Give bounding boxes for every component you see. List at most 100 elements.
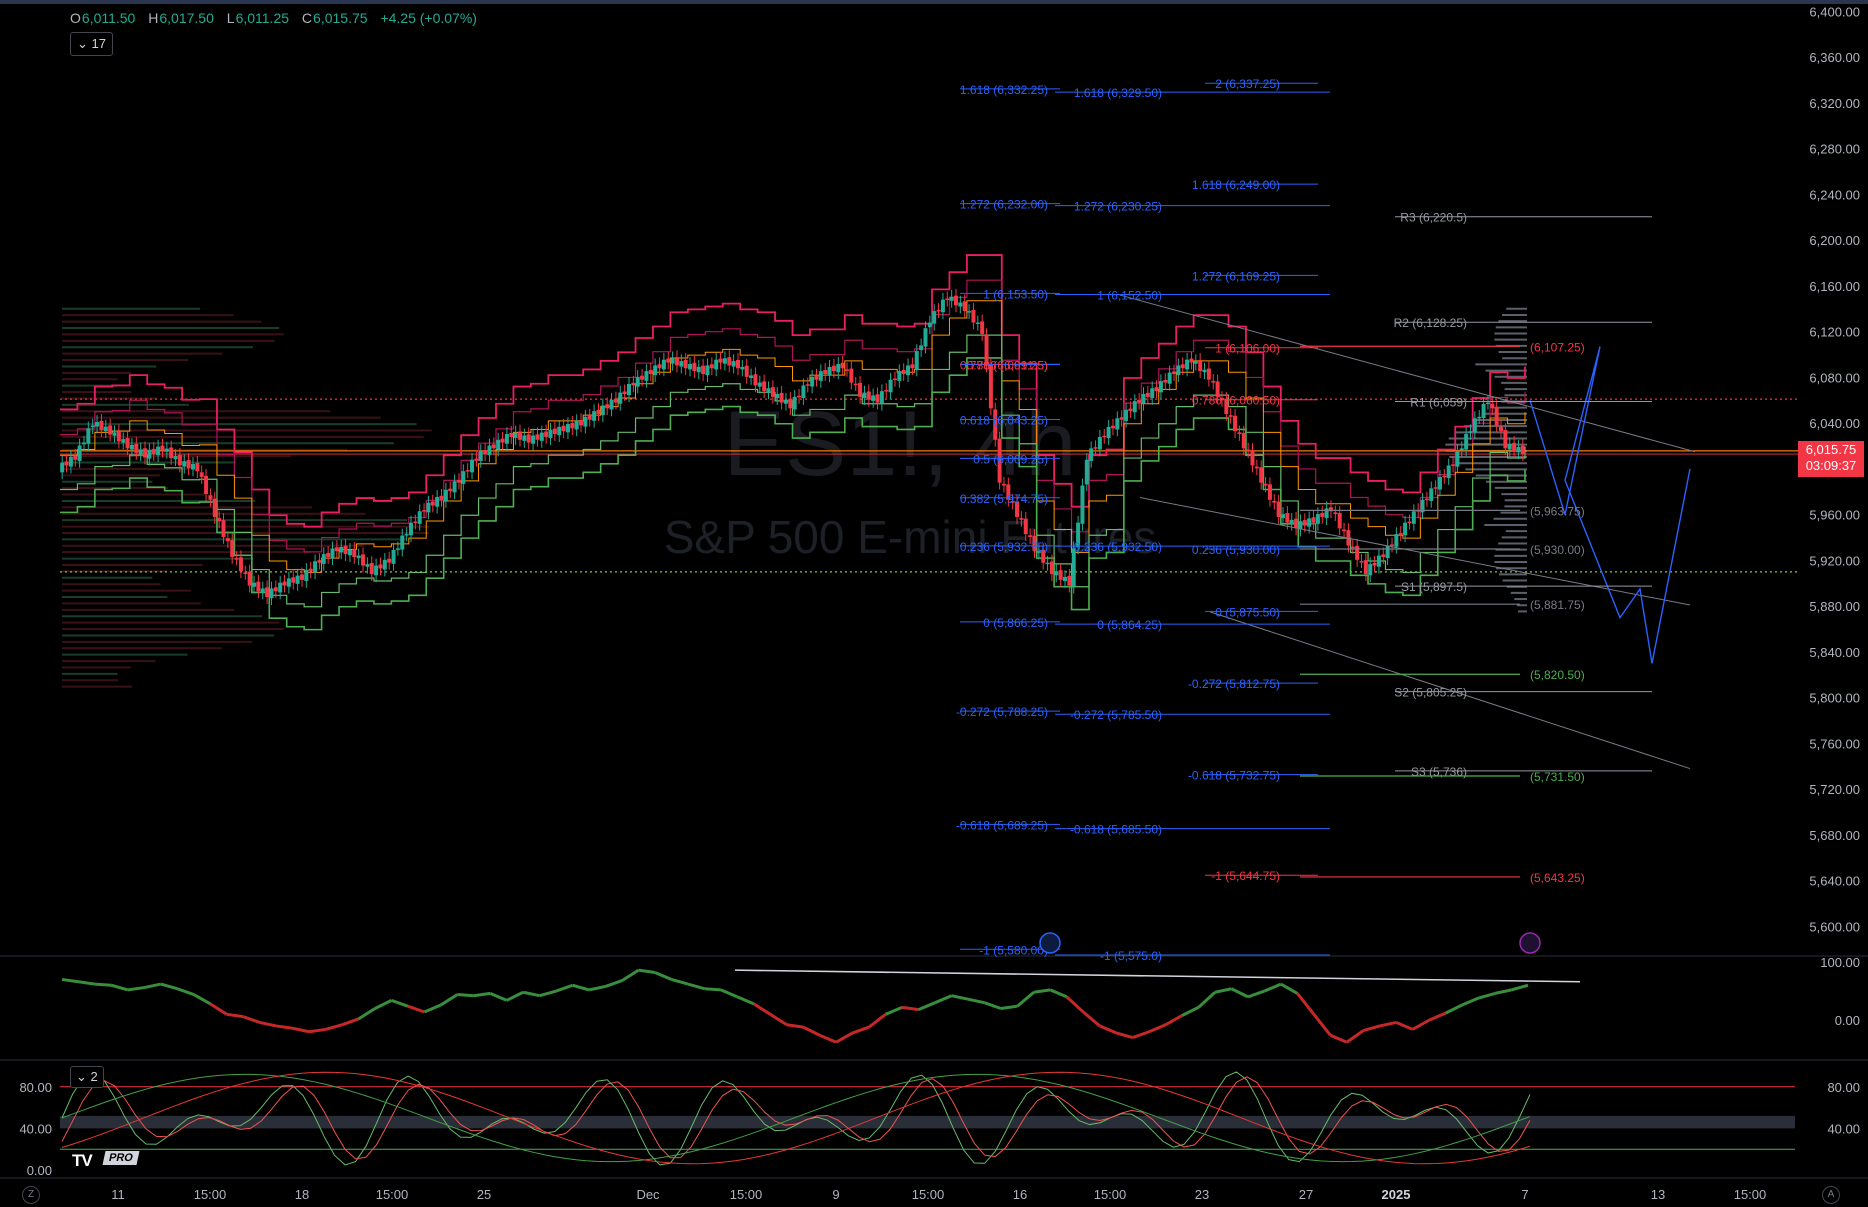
candle-body <box>304 569 309 582</box>
candle-body <box>831 365 836 372</box>
candle-body <box>164 448 169 452</box>
candle-body <box>452 481 457 493</box>
candle-body <box>744 365 749 377</box>
candle-body <box>1093 447 1098 449</box>
oscillator-line <box>917 1001 936 1012</box>
candle-body <box>552 428 557 435</box>
oscillator-line <box>1345 1029 1365 1044</box>
timezone-icon[interactable]: Z <box>22 1186 40 1204</box>
open-label: O <box>70 10 81 26</box>
candle-body <box>1176 365 1181 376</box>
pivot-level-label: S2 (5,805.25) <box>1394 686 1467 700</box>
oscillator-line <box>901 1005 919 1012</box>
candle-body <box>631 382 636 386</box>
chart-canvas[interactable]: ES1!, 4hS&P 500 E-mini Futures1.618 (6,3… <box>0 0 1868 1207</box>
candle-body <box>1516 446 1521 453</box>
candle-body <box>81 442 86 445</box>
indicator-collapse-button[interactable]: ⌄ 17 <box>70 32 113 56</box>
fib-level-label: 0.5 (6,009.25) <box>973 452 1048 466</box>
candle-body <box>186 460 191 469</box>
candle-body <box>400 535 405 550</box>
candle-body <box>339 546 344 553</box>
tradingview-logo[interactable]: TV PRO <box>72 1149 140 1170</box>
stoch-mid-band <box>60 1115 1795 1129</box>
candle-body <box>1063 577 1068 582</box>
candle-body <box>770 387 775 397</box>
candle-body <box>666 358 671 363</box>
fib-level-label: -0.272 (5,785.50) <box>1070 708 1162 722</box>
time-axis-label: 23 <box>1195 1187 1209 1202</box>
tv-logo-icon: TV <box>72 1151 93 1170</box>
candle-body <box>849 368 854 383</box>
candle-body <box>1477 416 1482 419</box>
candle-body <box>1442 475 1447 478</box>
price-axis-label: 5,760.00 <box>1809 736 1860 751</box>
candle-body <box>522 435 527 441</box>
time-axis-label: 18 <box>295 1187 309 1202</box>
candle-body <box>779 392 784 403</box>
oscillator-line <box>720 988 738 999</box>
candle-body <box>1451 464 1456 466</box>
open-value: 6,011.50 <box>81 10 136 26</box>
oscillator-line <box>736 995 755 1006</box>
auto-scale-icon[interactable]: A <box>1822 1186 1840 1204</box>
candle-body <box>443 489 448 501</box>
candle-body <box>871 395 876 401</box>
candle-body <box>509 432 514 437</box>
candle-body <box>134 443 139 453</box>
stoch-collapse-button[interactable]: ⌄ 2 <box>70 1066 104 1088</box>
candle-body <box>1368 564 1373 576</box>
oscillator-line <box>1494 988 1512 995</box>
candle-body <box>1446 465 1451 479</box>
candle-body <box>644 371 649 381</box>
divergence-trendline <box>734 969 1581 983</box>
candle-body <box>356 555 361 559</box>
candle-body <box>1390 544 1395 546</box>
time-axis-label: 11 <box>111 1187 125 1202</box>
oscillator-line <box>457 993 474 998</box>
candle-body <box>299 574 304 580</box>
oscillator-line <box>78 980 96 986</box>
fib-level-label: 1 (6,153.50) <box>983 287 1048 301</box>
oscillator-line <box>341 1017 359 1027</box>
candle-body <box>182 461 187 467</box>
oscillator-line <box>1461 996 1480 1007</box>
candle-body <box>343 545 348 555</box>
stoch-count: 2 <box>90 1069 98 1084</box>
candle-body <box>129 444 134 450</box>
pivot-level-label: R3 (6,220.5) <box>1400 211 1467 225</box>
candle-body <box>1472 418 1477 433</box>
oscillator-line <box>1016 991 1035 1008</box>
candle-body <box>1115 418 1120 430</box>
candle-body <box>853 383 858 386</box>
candle-body <box>565 424 570 433</box>
oscillator-line <box>1280 982 1299 995</box>
candle-body <box>430 501 435 506</box>
side-level-label: (5,820.50) <box>1530 668 1585 682</box>
ohlc-legend: O6,011.50 H6,017.50 L6,011.25 C6,015.75 … <box>70 10 486 26</box>
candle-body <box>1267 484 1272 500</box>
candle-body <box>840 362 845 369</box>
candle-body <box>330 548 335 559</box>
candle-body <box>570 422 575 429</box>
candle-body <box>369 562 374 575</box>
candle-body <box>945 298 950 301</box>
candle-body <box>1154 387 1159 392</box>
candle-body <box>884 390 889 392</box>
candle-body <box>513 432 518 439</box>
candle-body <box>326 552 331 557</box>
candle-body <box>1411 511 1416 524</box>
candle-body <box>1058 570 1063 580</box>
candle-body <box>1455 451 1460 467</box>
candle-body <box>90 425 95 428</box>
candle-body <box>688 363 693 370</box>
candle-body <box>1311 517 1316 523</box>
change-value: +4.25 (+0.07%) <box>380 10 477 26</box>
candle-body <box>1512 442 1517 452</box>
candle-body <box>1084 459 1089 485</box>
candle-body <box>143 448 148 458</box>
oscillator-line <box>1049 988 1068 999</box>
fib-level-label: -1 (5,580.00) <box>979 943 1048 957</box>
candle-body <box>1119 417 1124 420</box>
candle-body <box>605 404 610 409</box>
